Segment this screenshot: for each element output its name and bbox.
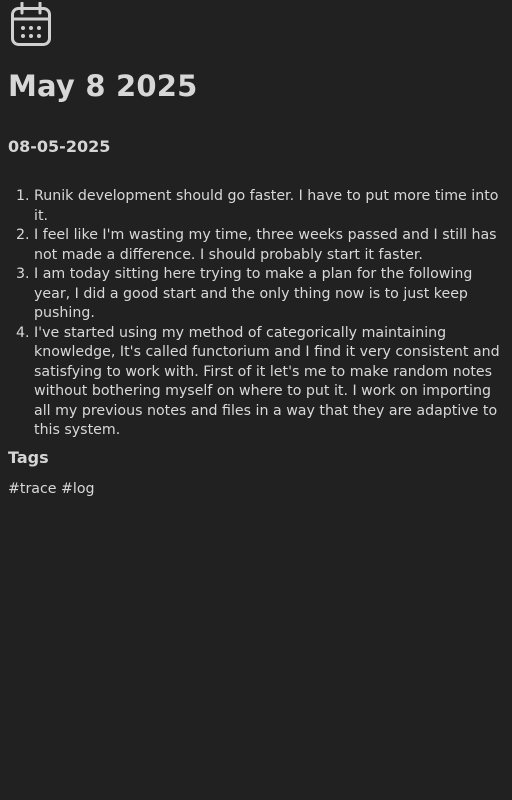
tag-log[interactable]: #log xyxy=(61,481,95,497)
page-title: May 8 2025 xyxy=(8,69,198,103)
tags-list: #trace #log xyxy=(8,481,95,497)
tag-trace[interactable]: #trace xyxy=(8,481,57,497)
date-heading: 08-05-2025 xyxy=(8,137,111,156)
list-item: I am today sitting here trying to make a… xyxy=(34,265,506,324)
daily-note-page: May 8 2025 08-05-2025 Runik development … xyxy=(0,0,512,800)
entry-list: Runik development should go faster. I ha… xyxy=(8,187,506,441)
calendar-icon xyxy=(11,2,51,46)
list-item: Runik development should go faster. I ha… xyxy=(34,187,506,226)
tags-heading: Tags xyxy=(8,448,49,467)
list-item: I've started using my method of categori… xyxy=(34,324,506,441)
list-item: I feel like I'm wasting my time, three w… xyxy=(34,226,506,265)
